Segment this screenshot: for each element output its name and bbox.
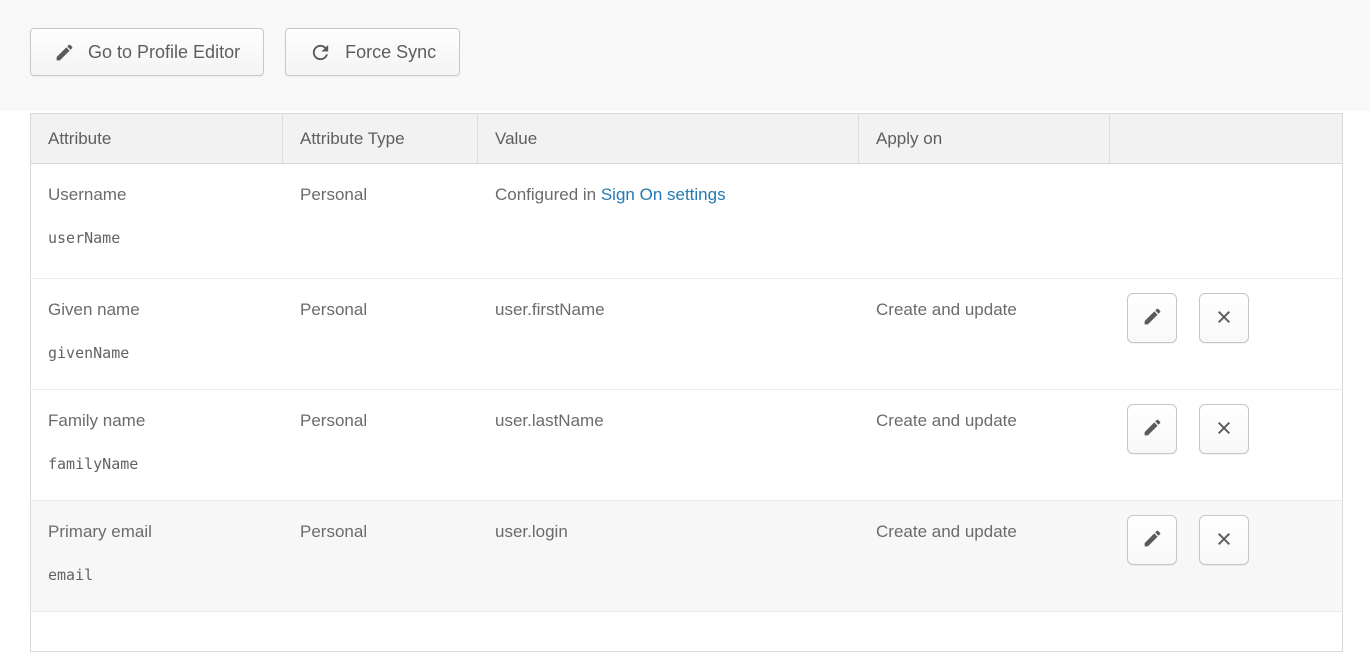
attribute-variable: email bbox=[48, 566, 273, 584]
attribute-type-cell: Personal bbox=[283, 390, 478, 500]
force-sync-button[interactable]: Force Sync bbox=[285, 28, 460, 76]
actions-cell bbox=[1110, 164, 1127, 278]
pencil-icon bbox=[1142, 528, 1163, 552]
value-cell: user.lastName bbox=[478, 390, 859, 500]
table-row: Primary email email Personal user.login … bbox=[31, 500, 1342, 611]
table-header-row: Attribute Attribute Type Value Apply on bbox=[31, 114, 1342, 164]
attribute-variable: givenName bbox=[48, 344, 273, 362]
value-prefix: Configured in bbox=[495, 185, 601, 204]
value-cell: user.login bbox=[478, 501, 859, 611]
attribute-type-cell: Personal bbox=[283, 164, 478, 278]
attribute-variable: userName bbox=[48, 229, 273, 247]
edit-attribute-button[interactable] bbox=[1127, 293, 1177, 343]
pencil-icon bbox=[1142, 306, 1163, 330]
actions-cell bbox=[1110, 390, 1249, 500]
column-header-actions bbox=[1110, 114, 1342, 163]
row-actions bbox=[1127, 404, 1249, 454]
x-icon bbox=[1212, 527, 1236, 554]
attribute-label: Family name bbox=[48, 411, 273, 431]
attribute-label: Given name bbox=[48, 300, 273, 320]
table-row: Username userName Personal Configured in… bbox=[31, 164, 1342, 278]
actions-cell bbox=[1110, 501, 1249, 611]
value-cell: user.firstName bbox=[478, 279, 859, 389]
pencil-icon bbox=[54, 42, 75, 63]
sign-on-settings-link[interactable]: Sign On settings bbox=[601, 185, 726, 204]
row-actions bbox=[1127, 515, 1249, 565]
apply-on-cell: Create and update bbox=[859, 390, 1110, 500]
column-header-attribute: Attribute bbox=[31, 114, 283, 163]
actions-cell bbox=[1110, 279, 1249, 389]
go-to-profile-editor-button[interactable]: Go to Profile Editor bbox=[30, 28, 264, 76]
empty-table-area bbox=[31, 611, 1342, 651]
apply-on-cell bbox=[859, 164, 1110, 278]
x-icon bbox=[1212, 305, 1236, 332]
table-row: Given name givenName Personal user.first… bbox=[31, 278, 1342, 389]
delete-attribute-button[interactable] bbox=[1199, 293, 1249, 343]
table-row: Family name familyName Personal user.las… bbox=[31, 389, 1342, 500]
attribute-cell: Given name givenName bbox=[31, 279, 283, 389]
column-header-value: Value bbox=[478, 114, 859, 163]
toolbar: Go to Profile Editor Force Sync bbox=[30, 28, 460, 76]
attribute-label: Primary email bbox=[48, 522, 273, 542]
refresh-icon bbox=[309, 41, 332, 64]
go-to-profile-editor-label: Go to Profile Editor bbox=[88, 42, 240, 63]
attribute-cell: Username userName bbox=[31, 164, 283, 278]
attribute-type-cell: Personal bbox=[283, 501, 478, 611]
attribute-mappings-table: Attribute Attribute Type Value Apply on … bbox=[30, 113, 1343, 652]
attribute-type-cell: Personal bbox=[283, 279, 478, 389]
row-actions bbox=[1127, 293, 1249, 343]
value-cell: Configured in Sign On settings bbox=[478, 164, 859, 278]
column-header-apply-on: Apply on bbox=[859, 114, 1110, 163]
attribute-cell: Primary email email bbox=[31, 501, 283, 611]
attribute-label: Username bbox=[48, 185, 273, 205]
x-icon bbox=[1212, 416, 1236, 443]
pencil-icon bbox=[1142, 417, 1163, 441]
apply-on-cell: Create and update bbox=[859, 501, 1110, 611]
attribute-cell: Family name familyName bbox=[31, 390, 283, 500]
delete-attribute-button[interactable] bbox=[1199, 515, 1249, 565]
apply-on-cell: Create and update bbox=[859, 279, 1110, 389]
force-sync-label: Force Sync bbox=[345, 42, 436, 63]
delete-attribute-button[interactable] bbox=[1199, 404, 1249, 454]
column-header-attribute-type: Attribute Type bbox=[283, 114, 478, 163]
attribute-variable: familyName bbox=[48, 455, 273, 473]
edit-attribute-button[interactable] bbox=[1127, 515, 1177, 565]
edit-attribute-button[interactable] bbox=[1127, 404, 1177, 454]
